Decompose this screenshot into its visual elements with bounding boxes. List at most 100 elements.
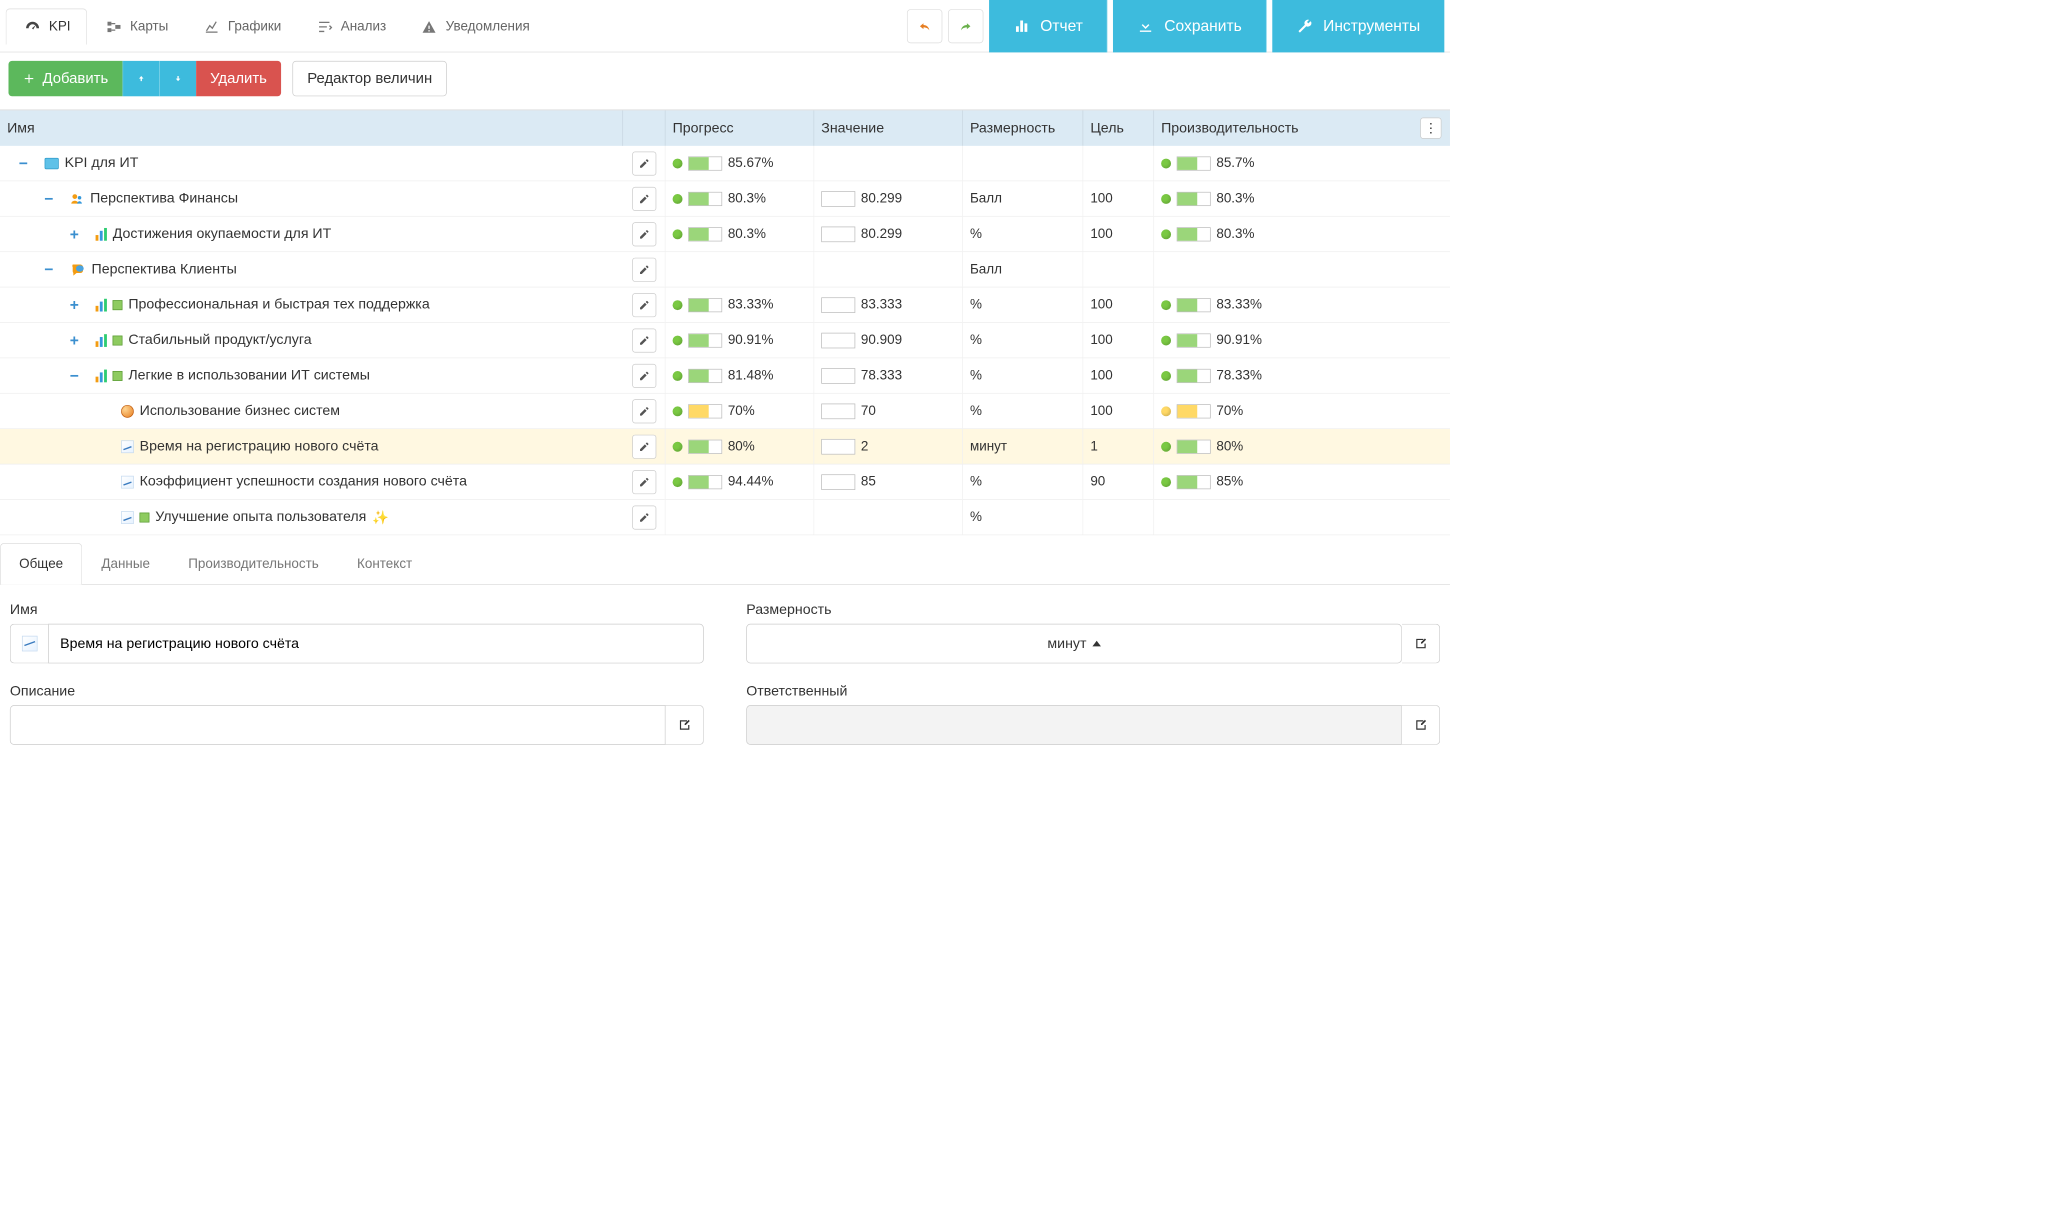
status-dot	[1161, 158, 1171, 168]
edit-row-button[interactable]	[632, 434, 656, 458]
table-row[interactable]: + Достижения окупаемости для ИТ 80.3% 80…	[0, 217, 1450, 252]
col-unit[interactable]: Размерность	[963, 110, 1083, 145]
table-row[interactable]: + Стабильный продукт/услуга 90.91% 90.90…	[0, 323, 1450, 358]
name-input[interactable]	[48, 624, 704, 664]
edit-row-button[interactable]	[632, 399, 656, 423]
value-box[interactable]	[821, 474, 855, 490]
row-name: Перспектива Клиенты	[92, 261, 237, 277]
desc-input[interactable]	[10, 705, 666, 745]
tab-analysis[interactable]: Анализ	[298, 8, 403, 44]
progress-bar	[1177, 156, 1211, 170]
table-row[interactable]: − Перспектива Финансы 80.3% 80.299Балл10…	[0, 181, 1450, 216]
redo-icon	[957, 19, 974, 33]
pencil-icon	[638, 158, 649, 169]
col-goal[interactable]: Цель	[1083, 110, 1154, 145]
tab-kpi[interactable]: KPI	[6, 8, 87, 44]
expander[interactable]: +	[68, 228, 81, 241]
status-dot	[1161, 194, 1171, 204]
pencil-icon	[638, 193, 649, 204]
tab-maps[interactable]: Карты	[87, 8, 185, 44]
edit-row-button[interactable]	[632, 257, 656, 281]
row-name: Коэффициент успешности создания нового с…	[140, 474, 467, 490]
expander[interactable]: −	[17, 157, 30, 170]
row-name: Использование бизнес систем	[140, 403, 340, 419]
tab-general[interactable]: Общее	[0, 543, 82, 585]
expander[interactable]: −	[42, 192, 55, 205]
redo-button[interactable]	[948, 9, 983, 43]
edit-row-button[interactable]	[632, 151, 656, 175]
progress-bar	[1177, 439, 1211, 453]
pencil-icon	[638, 335, 649, 346]
col-value[interactable]: Значение	[814, 110, 963, 145]
value-box[interactable]	[821, 403, 855, 419]
table-row[interactable]: − Перспектива КлиентыБалл	[0, 252, 1450, 287]
edit-row-button[interactable]	[632, 364, 656, 388]
tab-notifications[interactable]: Уведомления	[402, 8, 546, 44]
edit-row-button[interactable]	[632, 328, 656, 352]
performance-value: 80.3%	[1216, 191, 1254, 207]
undo-button[interactable]	[907, 9, 942, 43]
col-name[interactable]: Имя	[0, 110, 623, 145]
tab-data[interactable]: Данные	[82, 543, 169, 585]
tab-performance[interactable]: Производительность	[169, 543, 338, 585]
table-row[interactable]: + Профессиональная и быстрая тех поддерж…	[0, 287, 1450, 322]
table-row[interactable]: Время на регистрацию нового счёта 80% 2м…	[0, 429, 1450, 464]
edit-row-button[interactable]	[632, 187, 656, 211]
save-button[interactable]: Сохранить	[1113, 0, 1266, 52]
expander[interactable]: +	[68, 298, 81, 311]
desc-edit-button[interactable]	[666, 705, 704, 745]
add-button[interactable]: Добавить	[8, 61, 122, 96]
value-box[interactable]	[821, 332, 855, 348]
row-name: KPI для ИТ	[65, 155, 139, 171]
col-progress[interactable]: Прогресс	[666, 110, 815, 145]
tab-charts[interactable]: Графики	[185, 8, 298, 44]
status-dot	[673, 300, 683, 310]
unit-select[interactable]: минут	[746, 624, 1402, 664]
edit-row-button[interactable]	[632, 222, 656, 246]
delete-button[interactable]: Удалить	[196, 61, 281, 96]
edit-row-button[interactable]	[632, 470, 656, 494]
tab-context[interactable]: Контекст	[338, 543, 431, 585]
row-name: Время на регистрацию нового счёта	[140, 438, 379, 454]
value-box[interactable]	[821, 191, 855, 207]
edit-square-icon	[1414, 636, 1428, 650]
expander[interactable]: +	[68, 334, 81, 347]
value-box[interactable]	[821, 368, 855, 384]
move-down-button[interactable]	[159, 61, 196, 96]
edit-row-button[interactable]	[632, 505, 656, 529]
expander[interactable]: −	[68, 369, 81, 382]
unit-edit-button[interactable]	[1402, 624, 1440, 664]
table-row[interactable]: − KPI для ИТ 85.67% 85.7%	[0, 146, 1450, 181]
report-button[interactable]: Отчет	[989, 0, 1107, 52]
owner-edit-button[interactable]	[1402, 705, 1440, 745]
value-box[interactable]	[821, 297, 855, 313]
expander[interactable]: −	[42, 263, 55, 276]
owner-input[interactable]	[746, 705, 1402, 745]
value-box[interactable]	[821, 226, 855, 242]
progress-value: 70%	[728, 403, 755, 419]
value-editor-button[interactable]: Редактор величин	[292, 61, 447, 96]
pencil-icon	[638, 228, 649, 239]
value-text: 83.333	[861, 297, 902, 313]
progress-bar	[688, 192, 722, 206]
value-box[interactable]	[821, 439, 855, 455]
gauge-icon	[22, 19, 43, 35]
col-performance[interactable]: Производительность	[1154, 110, 1359, 145]
tab-charts-label: Графики	[228, 19, 281, 35]
edit-row-button[interactable]	[632, 293, 656, 317]
table-row[interactable]: Использование бизнес систем 70% 70%100 7…	[0, 394, 1450, 429]
progress-value: 94.44%	[728, 474, 774, 490]
columns-menu-button[interactable]: ⋮	[1420, 118, 1441, 139]
table-row[interactable]: − Легкие в использовании ИТ системы 81.4…	[0, 358, 1450, 393]
name-prefix-icon	[10, 624, 48, 664]
status-dot	[673, 158, 683, 168]
table-row[interactable]: Коэффициент успешности создания нового с…	[0, 464, 1450, 499]
tab-context-label: Контекст	[357, 556, 412, 571]
move-up-button[interactable]	[122, 61, 159, 96]
pencil-icon	[638, 299, 649, 310]
table-row[interactable]: Улучшение опыта пользователя ✨%	[0, 500, 1450, 535]
progress-value: 90.91%	[728, 332, 774, 348]
doc-icon	[140, 512, 150, 522]
tools-button[interactable]: Инструменты	[1272, 0, 1444, 52]
unit-text: %	[970, 403, 982, 419]
